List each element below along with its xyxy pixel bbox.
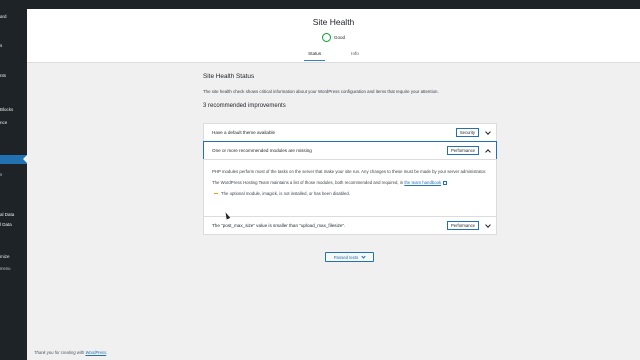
sidebar-item-posts[interactable]: s <box>0 43 2 49</box>
main-content: Site Health Status The site health check… <box>203 73 497 109</box>
category-badge: Security <box>455 128 479 137</box>
issue-item-expanded: One or more recommended modules are miss… <box>203 141 497 159</box>
module-warning-text: The optional module, imagick, is not ins… <box>221 191 350 196</box>
handbook-text: The WordPress Hosting Team maintains a l… <box>212 180 404 185</box>
sidebar-active-arrow-icon <box>23 155 27 163</box>
issue-handbook-text: The WordPress Hosting Team maintains a l… <box>212 180 488 186</box>
issue-item: Have a default theme available Security <box>203 123 497 142</box>
status-label: Good <box>333 35 346 40</box>
category-badge: Performance <box>447 146 479 155</box>
sidebar-item-appearance[interactable]: nce <box>0 120 7 126</box>
passed-tests-button[interactable]: Passed tests <box>325 252 374 262</box>
warning-dash-icon <box>214 192 218 195</box>
footer-suffix: . <box>106 350 108 355</box>
status-circle-icon <box>321 33 331 42</box>
health-status: Good <box>27 33 640 42</box>
sidebar-item-customize[interactable]: mize <box>0 254 10 260</box>
issue-item: The “post_max_size” value is smaller tha… <box>203 216 497 235</box>
module-warning: The optional module, imagick, is not ins… <box>212 191 488 196</box>
team-handbook-link[interactable]: the team handbook <box>404 180 441 185</box>
footer-text: Thank you for creating with <box>34 350 85 355</box>
sidebar-item-collapse-menu[interactable]: menu <box>0 266 10 272</box>
admin-footer: Thank you for creating with WordPress. <box>34 350 107 355</box>
admin-sidebar: ard s nts Blocks nce s al Data l Data mi… <box>0 9 27 360</box>
passed-tests-label: Passed tests <box>333 254 359 260</box>
external-link-icon <box>443 180 448 185</box>
section-description: The site health check shows critical inf… <box>203 89 439 94</box>
tab-bar: Status Info <box>27 49 640 61</box>
site-health-header: Site Health Good Status Info <box>27 9 640 63</box>
tab-status[interactable]: Status <box>304 49 326 61</box>
category-badge: Performance <box>447 221 479 230</box>
sidebar-item-blocks[interactable]: Blocks <box>0 107 13 113</box>
wordpress-link[interactable]: WordPress <box>85 350 106 355</box>
chevron-down-icon <box>361 253 366 259</box>
issue-toggle[interactable]: One or more recommended modules are miss… <box>204 142 496 159</box>
issue-details: PHP modules perform most of the tasks on… <box>203 159 497 217</box>
sidebar-item-comments[interactable]: nts <box>0 73 6 79</box>
sidebar-subitem[interactable]: s <box>0 172 2 178</box>
section-heading: Site Health Status <box>203 73 255 80</box>
sidebar-item-dashboard[interactable]: ard <box>0 14 7 20</box>
issue-toggle[interactable]: The “post_max_size” value is smaller tha… <box>204 217 496 234</box>
sidebar-subitem-erase-data[interactable]: l Data <box>0 222 12 228</box>
issue-toggle[interactable]: Have a default theme available Security <box>204 124 496 141</box>
tab-info[interactable]: Info <box>347 49 363 61</box>
page-title: Site Health <box>312 17 355 27</box>
sidebar-subitem-export-data[interactable]: al Data <box>0 212 14 218</box>
issue-description: PHP modules perform most of the tasks on… <box>212 169 487 174</box>
admin-toolbar <box>0 0 640 9</box>
improvements-count: 3 recommended improvements <box>203 103 286 109</box>
issue-title: Have a default theme available <box>212 130 276 135</box>
